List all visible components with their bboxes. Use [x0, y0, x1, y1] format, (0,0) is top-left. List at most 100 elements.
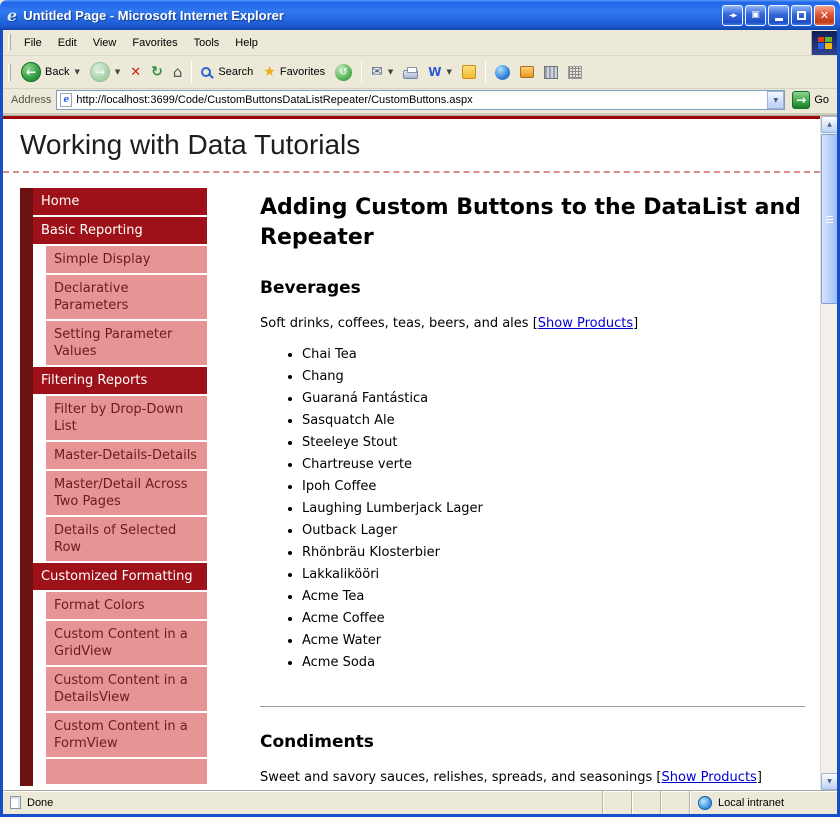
nav-basic-reporting[interactable]: Basic Reporting: [33, 217, 207, 246]
product-list: Chai TeaChangGuaraná FantásticaSasquatch…: [260, 347, 805, 670]
address-dropdown-button[interactable]: ▼: [767, 91, 784, 109]
go-icon: →: [792, 91, 810, 109]
nav-master-detail-across-two-pages[interactable]: Master/Detail Across Two Pages: [46, 471, 207, 517]
building-icon: [544, 66, 558, 79]
security-zone-panel: Local intranet: [689, 791, 837, 814]
product-item: Ipoh Coffee: [302, 479, 805, 494]
vm-window-button[interactable]: ▣: [745, 5, 766, 26]
nav-master-details-details[interactable]: Master-Details-Details: [46, 442, 207, 471]
toolbar-grip[interactable]: [8, 64, 11, 81]
section-divider: [260, 706, 805, 707]
product-item: Acme Water: [302, 633, 805, 648]
nav-home[interactable]: Home: [33, 188, 207, 217]
window-title: Untitled Page - Microsoft Internet Explo…: [23, 8, 722, 23]
messenger-ball-icon: [495, 65, 510, 80]
menu-view[interactable]: View: [85, 33, 125, 53]
vertical-scrollbar[interactable]: ▲ ▼: [820, 116, 837, 790]
status-panel: [602, 791, 631, 814]
nav-custom-content-in-a-formview[interactable]: Custom Content in a FormView: [46, 713, 207, 759]
scroll-up-button[interactable]: ▲: [821, 116, 837, 133]
mail-button[interactable]: ✉ ▼: [366, 61, 398, 83]
show-products-link[interactable]: Show Products: [661, 770, 756, 785]
maximize-button[interactable]: [791, 5, 812, 26]
edit-dropdown-icon[interactable]: ▼: [446, 68, 451, 76]
nav-details-of-selected-row[interactable]: Details of Selected Row: [46, 517, 207, 563]
close-button[interactable]: ✕: [814, 5, 835, 26]
show-products-link[interactable]: Show Products: [538, 316, 633, 331]
favorites-label: Favorites: [280, 66, 325, 78]
nav-format-colors[interactable]: Format Colors: [46, 592, 207, 621]
toolbar-separator: [191, 61, 192, 83]
site-title: Working with Data Tutorials: [3, 119, 820, 171]
back-button[interactable]: ← Back ▼: [16, 59, 85, 85]
standard-toolbar: ← Back ▼ → ▼ ✕ ↻ ⌂ Search ★ Favorites ↺: [3, 56, 837, 89]
messenger-button[interactable]: [457, 62, 481, 82]
grid-button[interactable]: [563, 63, 587, 82]
nav-setting-parameter-values[interactable]: Setting Parameter Values: [46, 321, 207, 367]
edit-button[interactable]: W ▼: [423, 62, 457, 82]
menu-edit[interactable]: Edit: [50, 33, 85, 53]
product-item: Acme Soda: [302, 655, 805, 670]
forward-dropdown-icon[interactable]: ▼: [115, 68, 120, 76]
ie-icon: e: [7, 6, 17, 25]
sections: BeveragesSoft drinks, coffees, teas, bee…: [260, 278, 805, 785]
category-heading: Beverages: [260, 278, 805, 298]
status-bar: Done Local intranet: [3, 790, 837, 814]
building-button[interactable]: [539, 63, 563, 82]
nav-filtering-reports[interactable]: Filtering Reports: [33, 367, 207, 396]
nav-custom-content-in-a-detailsview[interactable]: Custom Content in a DetailsView: [46, 667, 207, 713]
home-icon: ⌂: [173, 63, 183, 81]
menu-tools[interactable]: Tools: [186, 33, 228, 53]
nav-custom-content-in-a-gridview[interactable]: Custom Content in a GridView: [46, 621, 207, 667]
toolbar-separator: [485, 61, 486, 83]
back-dropdown-icon[interactable]: ▼: [74, 68, 79, 76]
window-frame: FileEditViewFavoritesToolsHelp ← Back ▼ …: [0, 30, 840, 814]
vm-arrows-button[interactable]: ◄▶: [722, 5, 743, 26]
product-item: Steeleye Stout: [302, 435, 805, 450]
nav-declarative-parameters[interactable]: Declarative Parameters: [46, 275, 207, 321]
category-heading: Condiments: [260, 732, 805, 752]
status-left-panel: Done: [3, 796, 602, 809]
folders-button[interactable]: [515, 63, 539, 81]
messenger-ball-button[interactable]: [490, 62, 515, 83]
page-favicon: e: [60, 93, 72, 107]
product-item: Chartreuse verte: [302, 457, 805, 472]
title-bar[interactable]: e Untitled Page - Microsoft Internet Exp…: [0, 0, 840, 30]
grid-icon: [568, 66, 582, 79]
back-icon: ←: [21, 62, 41, 82]
refresh-button[interactable]: ↻: [146, 61, 168, 83]
home-button[interactable]: ⌂: [168, 60, 188, 84]
mail-dropdown-icon[interactable]: ▼: [388, 68, 393, 76]
address-input[interactable]: [76, 94, 763, 106]
scroll-down-button[interactable]: ▼: [821, 773, 837, 790]
menu-grip[interactable]: [8, 34, 11, 51]
search-button[interactable]: Search: [196, 63, 258, 81]
nav-filter-by-drop-down-list[interactable]: Filter by Drop-Down List: [46, 396, 207, 442]
minimize-icon: [775, 18, 783, 21]
status-panel: [631, 791, 660, 814]
word-edit-icon: W: [428, 65, 441, 79]
minimize-button[interactable]: [768, 5, 789, 26]
scrollbar-thumb[interactable]: [821, 134, 837, 304]
menu-favorites[interactable]: Favorites: [124, 33, 185, 53]
product-item: Laughing Lumberjack Lager: [302, 501, 805, 516]
go-button[interactable]: → Go: [790, 91, 831, 109]
stop-button[interactable]: ✕: [125, 62, 146, 83]
menu-file[interactable]: File: [16, 33, 50, 53]
history-button[interactable]: ↺: [330, 61, 357, 84]
favorites-button[interactable]: ★ Favorites: [258, 61, 330, 83]
product-item: Rhönbräu Klosterbier: [302, 545, 805, 560]
done-page-icon: [10, 796, 21, 809]
nav-item-15[interactable]: [46, 759, 207, 786]
product-item: Guaraná Fantástica: [302, 391, 805, 406]
forward-button[interactable]: → ▼: [85, 59, 125, 85]
address-label: Address: [5, 94, 51, 106]
menu-help[interactable]: Help: [227, 33, 266, 53]
category-description: Sweet and savory sauces, relishes, sprea…: [260, 770, 805, 785]
refresh-icon: ↻: [151, 64, 163, 80]
print-button[interactable]: [398, 63, 423, 82]
nav-simple-display[interactable]: Simple Display: [46, 246, 207, 275]
address-field[interactable]: e ▼: [56, 90, 785, 110]
folders-icon: [520, 66, 534, 78]
nav-customized-formatting[interactable]: Customized Formatting: [33, 563, 207, 592]
